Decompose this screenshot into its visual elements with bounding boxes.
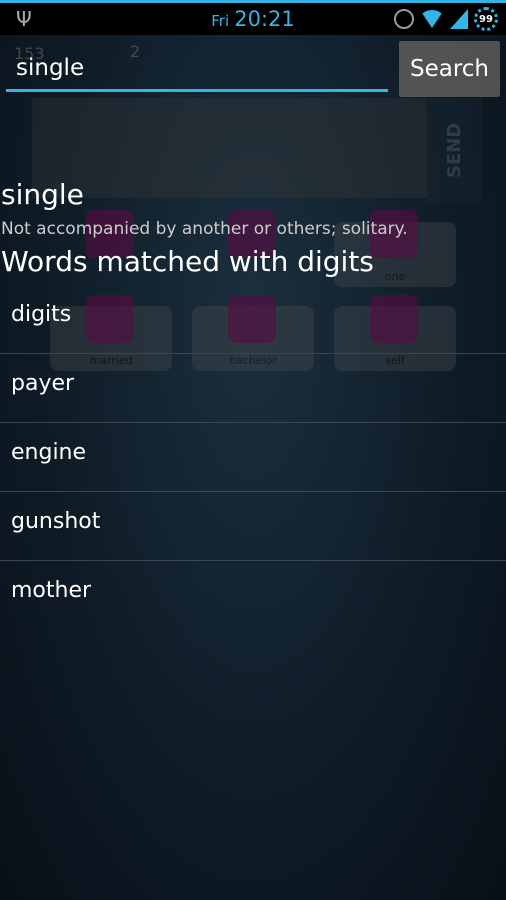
status-bar: Ψ Fri 20:21 99 — [0, 3, 506, 35]
clock-day: Fri — [211, 12, 230, 30]
result-word: single — [1, 178, 84, 211]
clock-time: 20:21 — [234, 7, 295, 31]
send-button: SEND — [427, 98, 482, 203]
message-panel — [32, 98, 427, 198]
wifi-icon — [420, 10, 444, 28]
list-item[interactable]: gunshot — [0, 492, 506, 561]
list-item[interactable]: mother — [0, 561, 506, 630]
battery-icon: 99 — [474, 7, 498, 31]
signal-icon — [450, 9, 468, 29]
list-item[interactable]: engine — [0, 423, 506, 492]
matches-list: digits payer engine gunshot mother — [0, 285, 506, 630]
matches-heading: Words matched with digits — [1, 245, 374, 278]
search-button[interactable]: Search — [399, 41, 500, 97]
list-item[interactable]: digits — [0, 285, 506, 354]
list-item[interactable]: payer — [0, 354, 506, 423]
result-definition: Not accompanied by another or others; so… — [1, 219, 408, 239]
search-input[interactable] — [6, 46, 388, 92]
alarm-icon — [394, 9, 414, 29]
